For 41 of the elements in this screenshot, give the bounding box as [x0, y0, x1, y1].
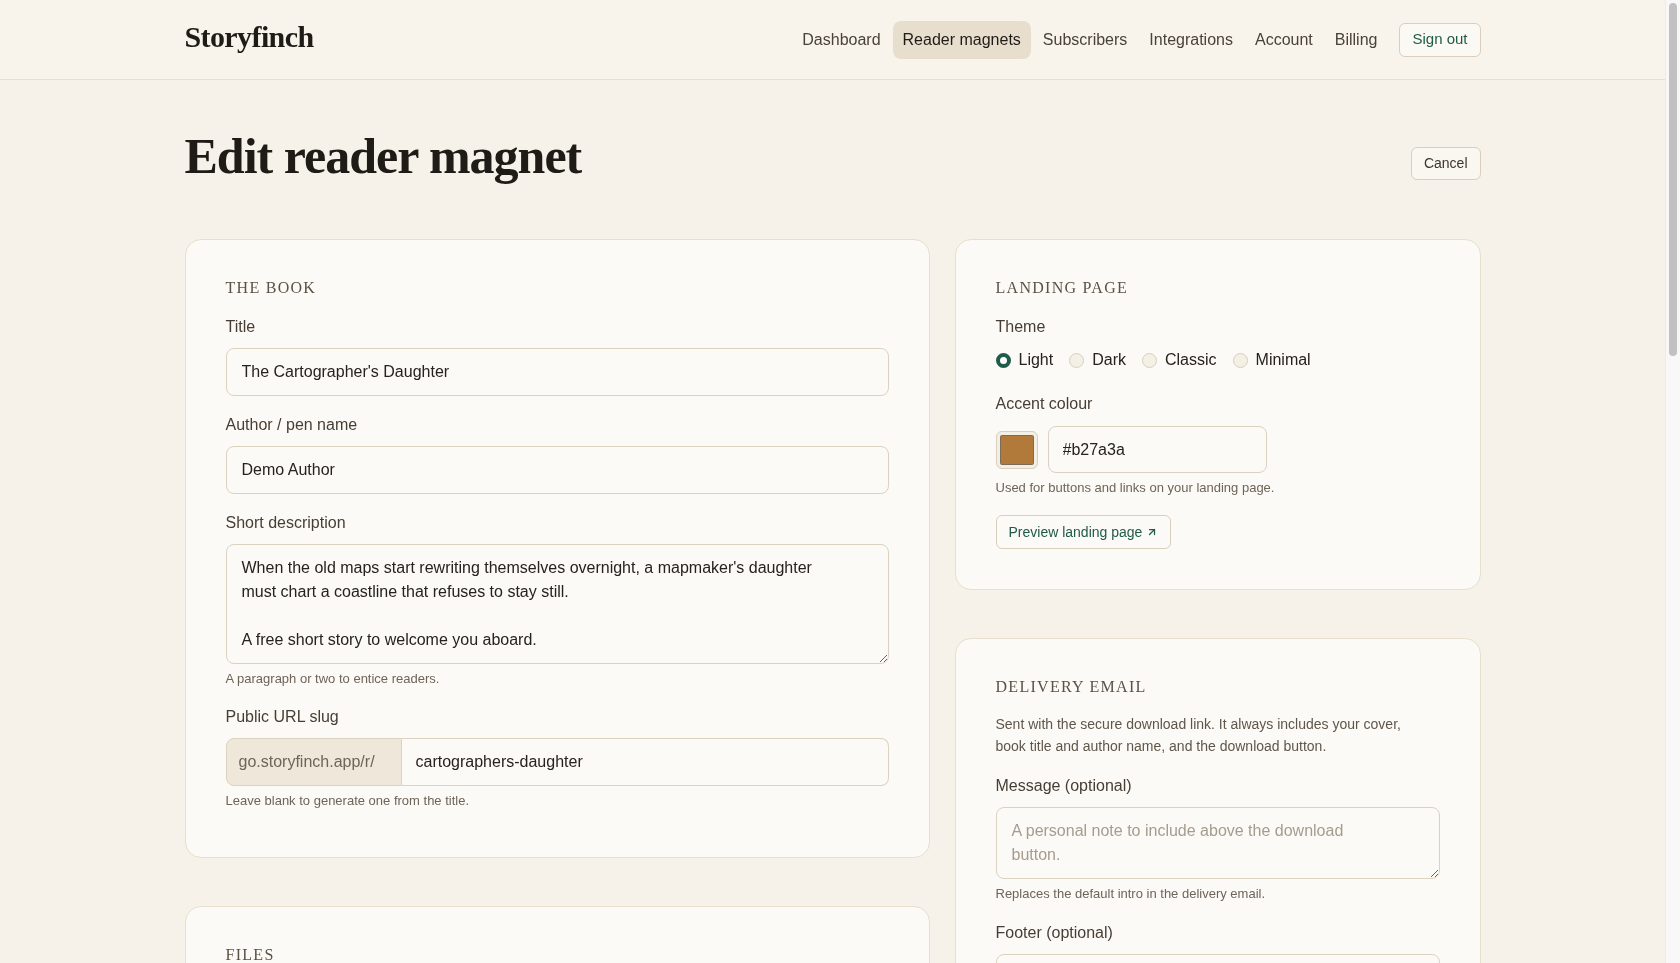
- section-description: Sent with the secure download link. It always includes your cover, book title and author name, and the download button.: [995, 715, 1402, 756]
- field-label: Author / pen name: [225, 415, 358, 435]
- text-field[interactable]: The Cartographer's Daughter: [225, 348, 889, 396]
- nav-link[interactable]: Subscribers: [1032, 20, 1138, 59]
- field-label: Short description: [225, 513, 346, 533]
- textarea-field[interactable]: When the old maps start rewriting themselves overnight, a mapmaker's daughter must chart a coastline that refuses to stay still. A free short story to welcome you aboard.: [225, 544, 889, 664]
- preview-link-button[interactable]: Preview landing page: [995, 515, 1172, 549]
- slug-input[interactable]: cartographers-daughter: [401, 738, 889, 786]
- text-field[interactable]: Demo Author: [225, 446, 889, 494]
- cancel-button[interactable]: Cancel: [1410, 147, 1481, 180]
- logo[interactable]: Storyfinch: [184, 18, 314, 55]
- textarea-field[interactable]: A personal note to include above the download button.: [995, 807, 1440, 879]
- field-label: Public URL slug: [225, 707, 339, 727]
- nav-link[interactable]: Billing: [1324, 20, 1388, 59]
- nav-link[interactable]: Integrations: [1139, 20, 1243, 59]
- field-hint: A paragraph or two to entice readers.: [225, 670, 440, 688]
- color-swatch-icon[interactable]: [995, 430, 1038, 469]
- nav-link[interactable]: Account: [1244, 20, 1323, 59]
- field-label: Footer (optional): [995, 923, 1113, 943]
- theme-radio-option[interactable]: Light: [995, 348, 1054, 372]
- field-label: Message (optional): [995, 776, 1132, 796]
- theme-radio-option[interactable]: Minimal: [1232, 348, 1311, 372]
- theme-radio-option[interactable]: Classic: [1142, 348, 1217, 372]
- field-hint: Replaces the default intro in the delivery email.: [995, 885, 1266, 903]
- section-heading: FILES: [225, 947, 275, 963]
- sign-out-button[interactable]: Sign out: [1399, 22, 1481, 57]
- page-title: Edit reader magnet: [184, 128, 582, 184]
- nav-link[interactable]: Reader magnets: [892, 20, 1031, 59]
- field-label: Accent colour: [995, 394, 1093, 414]
- field-label: Theme: [995, 317, 1046, 337]
- field-label: Title: [225, 317, 256, 337]
- field-hint: Leave blank to generate one from the title.: [225, 792, 470, 810]
- text-field[interactable]: #b27a3a: [1047, 426, 1267, 473]
- field-hint: Used for buttons and links on your landing page.: [995, 479, 1275, 497]
- nav-link[interactable]: Dashboard: [792, 20, 891, 59]
- section-heading: LANDING PAGE: [995, 280, 1129, 296]
- section-heading: THE BOOK: [225, 280, 317, 296]
- theme-radio-option[interactable]: Dark: [1069, 348, 1126, 372]
- scrollbar-thumb[interactable]: [1669, 3, 1677, 356]
- section-heading: DELIVERY EMAIL: [995, 679, 1147, 695]
- url-prefix: go.storyfinch.app/r/: [225, 738, 402, 786]
